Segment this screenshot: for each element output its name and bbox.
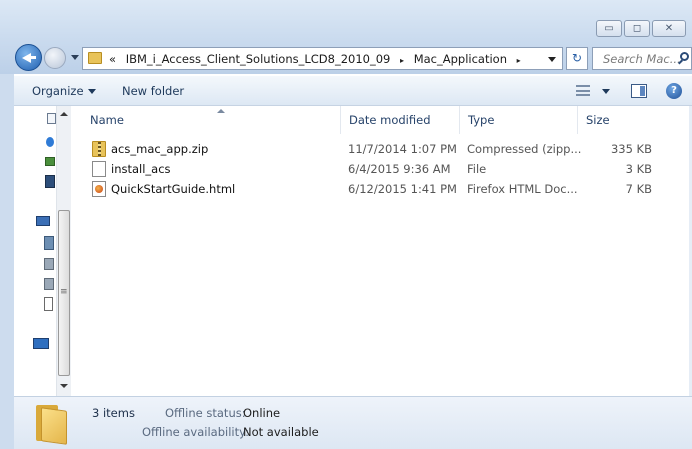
sort-ascending-icon	[217, 109, 225, 113]
breadcrumb-overflow[interactable]: «	[109, 52, 116, 66]
computer-icon[interactable]	[36, 216, 50, 226]
minimize-button[interactable]: ▭	[596, 20, 622, 37]
organize-label: Organize	[32, 84, 84, 98]
firefox-html-icon	[92, 181, 106, 197]
maximize-button[interactable]: ◻	[624, 20, 650, 37]
network-icon[interactable]	[33, 338, 49, 349]
back-button[interactable]	[15, 44, 42, 71]
removable-drive-icon[interactable]	[44, 297, 53, 311]
refresh-button[interactable]: ↻	[566, 47, 588, 70]
breadcrumb-item[interactable]: Mac_Application	[414, 52, 507, 66]
file-size: 335 KB	[610, 142, 652, 156]
file-list: Name Date modified Type Size acs_mac_app…	[72, 106, 689, 396]
help-icon[interactable]: ?	[666, 83, 682, 99]
documents-icon[interactable]	[47, 113, 56, 124]
column-label: Name	[90, 113, 124, 127]
address-bar[interactable]: « IBM_i_Access_Client_Solutions_LCD8_201…	[82, 47, 563, 70]
network-drive-icon[interactable]	[44, 258, 54, 270]
title-bar: ▭ ◻ ✕	[0, 0, 692, 42]
search-input[interactable]: Search Mac...	[603, 52, 681, 66]
breadcrumb-separator-icon[interactable]: ▸	[517, 56, 521, 65]
file-name: install_acs	[111, 162, 171, 176]
new-folder-button[interactable]: New folder	[122, 84, 184, 98]
offline-availability-value: Not available	[243, 425, 319, 439]
search-box[interactable]: Search Mac...	[592, 47, 692, 70]
maximize-icon: ◻	[632, 23, 642, 34]
breadcrumb-separator-icon[interactable]: ▸	[400, 56, 404, 65]
pictures-icon[interactable]	[45, 157, 55, 166]
file-date: 6/12/2015 1:41 PM	[348, 182, 457, 196]
view-options-dropdown[interactable]	[602, 89, 610, 94]
network-drive-icon[interactable]	[44, 278, 54, 290]
local-disk-icon[interactable]	[44, 236, 54, 250]
music-icon[interactable]	[46, 137, 54, 147]
offline-status-label: Offline status:	[165, 406, 246, 420]
address-row: « IBM_i_Access_Client_Solutions_LCD8_201…	[0, 42, 692, 74]
file-name: acs_mac_app.zip	[111, 142, 209, 156]
file-type: Compressed (zipp...	[467, 142, 582, 156]
refresh-icon: ↻	[571, 51, 583, 65]
offline-availability-label: Offline availability:	[142, 425, 249, 439]
breadcrumb: « IBM_i_Access_Client_Solutions_LCD8_201…	[109, 52, 527, 66]
window-frame-left	[0, 74, 14, 449]
organize-menu[interactable]: Organize	[32, 84, 96, 98]
breadcrumb-item[interactable]: IBM_i_Access_Client_Solutions_LCD8_2010_…	[126, 52, 391, 66]
change-view-icon[interactable]	[576, 85, 590, 96]
column-header-name[interactable]: Name	[82, 106, 335, 134]
file-name: QuickStartGuide.html	[111, 182, 236, 196]
details-pane: 3 items Offline status: Online Offline a…	[14, 396, 692, 449]
file-date: 6/4/2015 9:36 AM	[348, 162, 451, 176]
window-controls: ▭ ◻ ✕	[596, 20, 686, 37]
scrollbar-thumb[interactable]	[58, 210, 70, 376]
column-header-size[interactable]: Size	[577, 106, 652, 134]
scroll-down-icon[interactable]	[60, 384, 68, 388]
table-row[interactable]: install_acs 6/4/2015 9:36 AM File 3 KB	[82, 159, 682, 179]
close-icon: ✕	[664, 23, 674, 34]
navigation-scrollbar[interactable]	[56, 106, 71, 396]
table-row[interactable]: acs_mac_app.zip 11/7/2014 1:07 PM Compre…	[82, 139, 682, 159]
file-icon	[92, 161, 106, 177]
videos-icon[interactable]	[45, 175, 55, 188]
navigation-pane	[14, 106, 56, 396]
minimize-icon: ▭	[604, 23, 614, 34]
file-size: 7 KB	[625, 182, 652, 196]
address-dropdown-icon[interactable]	[548, 57, 556, 62]
folder-icon	[36, 405, 68, 445]
recent-pages-dropdown[interactable]	[71, 55, 79, 60]
file-type: File	[467, 162, 487, 176]
forward-button[interactable]	[44, 47, 66, 69]
file-type: Firefox HTML Doc...	[467, 182, 578, 196]
zip-folder-icon	[92, 141, 106, 157]
file-date: 11/7/2014 1:07 PM	[348, 142, 457, 156]
column-header-date[interactable]: Date modified	[340, 106, 460, 134]
preview-pane-icon[interactable]	[631, 84, 647, 98]
chevron-down-icon	[87, 89, 96, 94]
folder-icon	[88, 52, 102, 64]
file-size: 3 KB	[625, 162, 652, 176]
command-bar: Organize New folder ?	[14, 76, 692, 106]
scroll-up-icon[interactable]	[60, 112, 68, 116]
search-icon[interactable]	[680, 52, 689, 61]
item-count: 3 items	[92, 406, 135, 420]
column-header-type[interactable]: Type	[459, 106, 577, 134]
table-row[interactable]: QuickStartGuide.html 6/12/2015 1:41 PM F…	[82, 179, 682, 199]
close-button[interactable]: ✕	[652, 20, 686, 37]
offline-status-value: Online	[243, 406, 281, 420]
